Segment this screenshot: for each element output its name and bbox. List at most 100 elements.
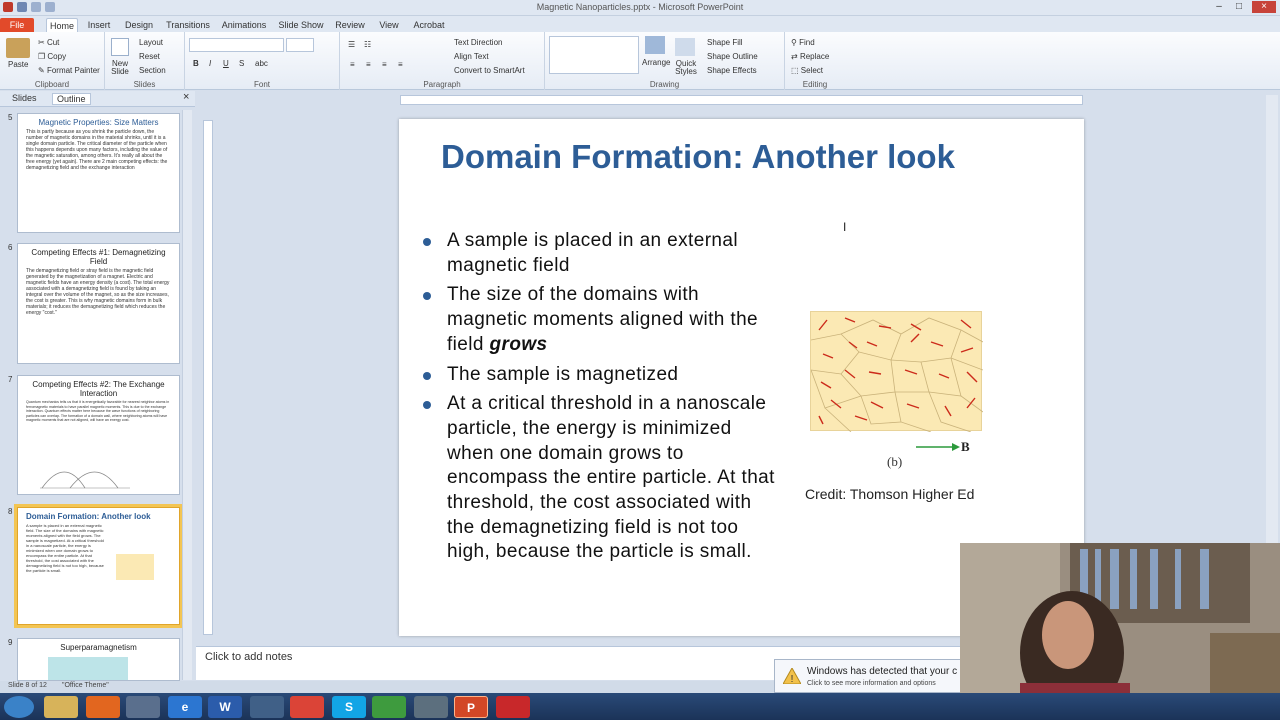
close-icon[interactable]: × xyxy=(1252,1,1276,13)
format-painter-button[interactable]: ✎ Format Painter xyxy=(38,66,100,75)
slide-thumb-5[interactable]: Magnetic Properties: Size Matters This i… xyxy=(17,113,180,233)
new-slide-icon[interactable] xyxy=(111,38,129,56)
magnetic-domains-image[interactable] xyxy=(810,311,984,433)
tab-transitions[interactable]: Transitions xyxy=(164,18,212,32)
slide-thumb-8[interactable]: Domain Formation: Another look A sample … xyxy=(14,504,183,628)
word-icon[interactable]: W xyxy=(208,696,242,718)
paste-icon[interactable] xyxy=(6,38,30,58)
tab-file[interactable]: File xyxy=(0,18,34,32)
bold-icon[interactable]: B xyxy=(193,59,199,68)
search-icon[interactable] xyxy=(414,696,448,718)
strikethrough-icon[interactable]: abc xyxy=(255,59,268,68)
windows-notification[interactable]: ! Windows has detected that your c Click… xyxy=(774,659,964,693)
minimize-icon[interactable]: – xyxy=(1210,1,1228,13)
tab-slide-show[interactable]: Slide Show xyxy=(276,18,326,32)
shadow-icon[interactable]: S xyxy=(239,59,244,68)
quick-styles-button[interactable]: Quick Styles xyxy=(673,60,699,76)
convert-smartart-button[interactable]: Convert to SmartArt xyxy=(454,66,525,75)
cut-button[interactable]: ✂ Cut xyxy=(38,38,59,47)
vertical-ruler xyxy=(203,120,213,635)
panel-scrollbar[interactable] xyxy=(182,110,192,680)
layout-button[interactable]: Layout xyxy=(139,38,163,47)
new-slide-button[interactable]: New Slide xyxy=(107,60,133,76)
italic-icon[interactable]: I xyxy=(209,59,211,68)
shape-outline-button[interactable]: Shape Outline xyxy=(707,52,758,61)
arrange-button[interactable]: Arrange xyxy=(642,58,670,67)
network-icon[interactable] xyxy=(250,696,284,718)
replace-icon: ⇄ xyxy=(791,52,798,61)
shapes-gallery[interactable] xyxy=(549,36,639,74)
thumb-body: This is partly because as you shrink the… xyxy=(26,129,168,171)
thumb-body: A sample is placed in an external magnet… xyxy=(26,523,104,573)
slide-thumb-7[interactable]: Competing Effects #2: The Exchange Inter… xyxy=(17,375,180,495)
quick-styles-icon[interactable] xyxy=(675,38,695,56)
tab-insert[interactable]: Insert xyxy=(84,18,114,32)
copy-button[interactable]: ❐ Copy xyxy=(38,52,66,61)
font-label: Font xyxy=(253,80,270,89)
text-direction-button[interactable]: Text Direction xyxy=(454,38,502,47)
tab-view[interactable]: View xyxy=(374,18,404,32)
paste-button[interactable]: Paste xyxy=(8,60,28,69)
tab-acrobat[interactable]: Acrobat xyxy=(410,18,448,32)
reset-button[interactable]: Reset xyxy=(139,52,160,61)
arrange-icon[interactable] xyxy=(645,36,665,54)
bullets-icon[interactable]: ☰ xyxy=(348,40,355,49)
thumb-number: 8 xyxy=(8,507,13,516)
image-credit[interactable]: Credit: Thomson Higher Ed xyxy=(805,486,974,502)
thumb-title: Competing Effects #2: The Exchange Inter… xyxy=(32,380,165,398)
thumb-title: Competing Effects #1: Demagnetizing Fiel… xyxy=(31,248,166,266)
firefox-icon[interactable] xyxy=(86,696,120,718)
shape-effects-button[interactable]: Shape Effects xyxy=(707,66,757,75)
select-button[interactable]: ⬚ Select xyxy=(791,66,823,75)
camtasia-icon[interactable] xyxy=(372,696,406,718)
theme-name: "Office Theme" xyxy=(62,682,109,689)
tab-home[interactable]: Home xyxy=(46,18,78,32)
select-icon: ⬚ xyxy=(791,66,799,75)
window-title: Magnetic Nanoparticles.pptx - Microsoft … xyxy=(536,2,744,12)
slide-thumb-6[interactable]: Competing Effects #1: Demagnetizing Fiel… xyxy=(17,243,180,364)
align-right-icon[interactable]: ≡ xyxy=(382,60,387,69)
clipboard-group: Paste ✂ Cut ❐ Copy ✎ Format Painter Clip… xyxy=(0,32,105,90)
align-left-icon[interactable]: ≡ xyxy=(350,60,355,69)
notes-placeholder: Click to add notes xyxy=(205,651,293,663)
paragraph-label: Paragraph xyxy=(423,80,461,89)
section-button[interactable]: Section xyxy=(139,66,166,75)
font-size-select[interactable] xyxy=(286,38,314,52)
chrome-icon[interactable] xyxy=(290,696,324,718)
slide-thumb-9[interactable]: Superparamagnetism xyxy=(17,638,180,681)
shape-fill-button[interactable]: Shape Fill xyxy=(707,38,743,47)
ie-icon[interactable]: e xyxy=(168,696,202,718)
tab-outline[interactable]: Outline xyxy=(52,93,91,105)
bullet-list[interactable]: A sample is placed in an external magnet… xyxy=(423,229,778,570)
binoculars-icon: ⚲ xyxy=(791,38,797,47)
panel-close-icon[interactable]: × xyxy=(183,91,189,103)
powerpoint-icon[interactable]: P xyxy=(454,696,488,718)
acrobat-icon[interactable] xyxy=(496,696,530,718)
align-center-icon[interactable]: ≡ xyxy=(366,60,371,69)
explorer-icon[interactable] xyxy=(44,696,78,718)
underline-icon[interactable]: U xyxy=(223,59,229,68)
numbering-icon[interactable]: ☷ xyxy=(364,40,371,49)
tab-slides[interactable]: Slides xyxy=(12,93,37,103)
thumb-number: 7 xyxy=(8,375,13,384)
maximize-icon[interactable]: □ xyxy=(1230,1,1248,13)
replace-button[interactable]: ⇄ Replace xyxy=(791,52,829,61)
tab-design[interactable]: Design xyxy=(122,18,156,32)
domain-thumb-image xyxy=(116,554,154,580)
thumb-body: The demagnetizing field or stray field i… xyxy=(26,268,170,316)
find-button[interactable]: ⚲ Find xyxy=(791,38,815,47)
thumb-body: Quantum mechanics tells us that it is en… xyxy=(26,400,170,422)
ribbon: Paste ✂ Cut ❐ Copy ✎ Format Painter Clip… xyxy=(0,32,1280,90)
start-button-icon[interactable] xyxy=(4,696,34,718)
slide-title[interactable]: Domain Formation: Another look xyxy=(441,135,1001,179)
justify-icon[interactable]: ≡ xyxy=(398,60,403,69)
font-family-select[interactable] xyxy=(189,38,284,52)
media-player-icon[interactable] xyxy=(126,696,160,718)
paragraph-group: ☰ ☷ ≡ ≡ ≡ ≡ Text Direction Align Text Co… xyxy=(340,32,545,90)
copy-icon: ❐ xyxy=(38,52,46,61)
skype-icon[interactable]: S xyxy=(332,696,366,718)
tab-animations[interactable]: Animations xyxy=(220,18,268,32)
align-text-button[interactable]: Align Text xyxy=(454,52,489,61)
slides-panel: Slides Outline × 5 Magnetic Properties: … xyxy=(0,91,195,681)
tab-review[interactable]: Review xyxy=(334,18,366,32)
